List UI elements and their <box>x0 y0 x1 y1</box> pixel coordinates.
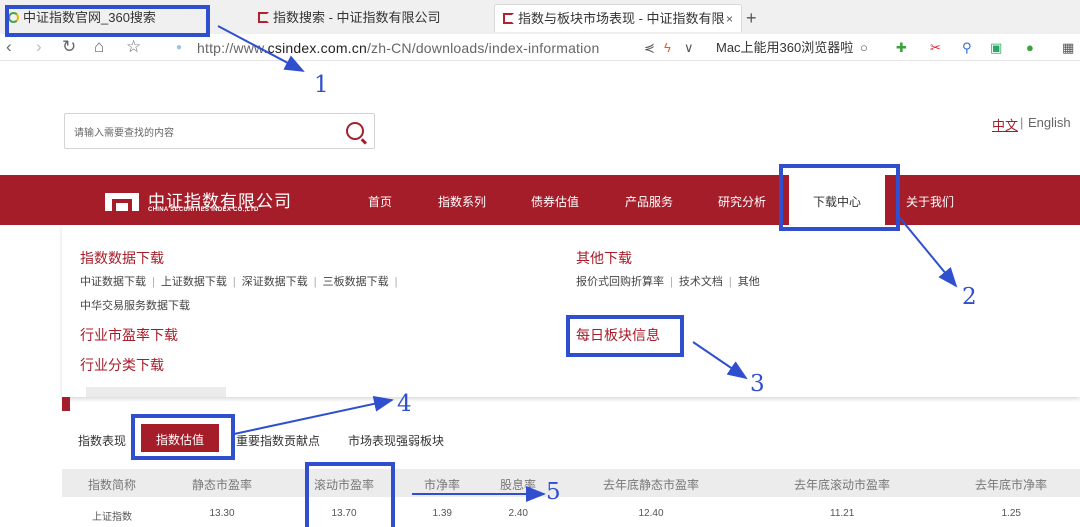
annotation-arrows <box>217 25 958 502</box>
annotation-label-5: 5 <box>546 479 561 505</box>
annotation-label-3: 3 <box>750 371 765 397</box>
screenshot: 中证指数官网_360搜索 指数搜索 - 中证指数有限公司 指数与板块市场表现 -… <box>0 0 1080 527</box>
annotation-label-4: 4 <box>397 391 412 417</box>
annotation-label-1: 1 <box>314 72 329 98</box>
annotation-label-2: 2 <box>962 284 977 310</box>
